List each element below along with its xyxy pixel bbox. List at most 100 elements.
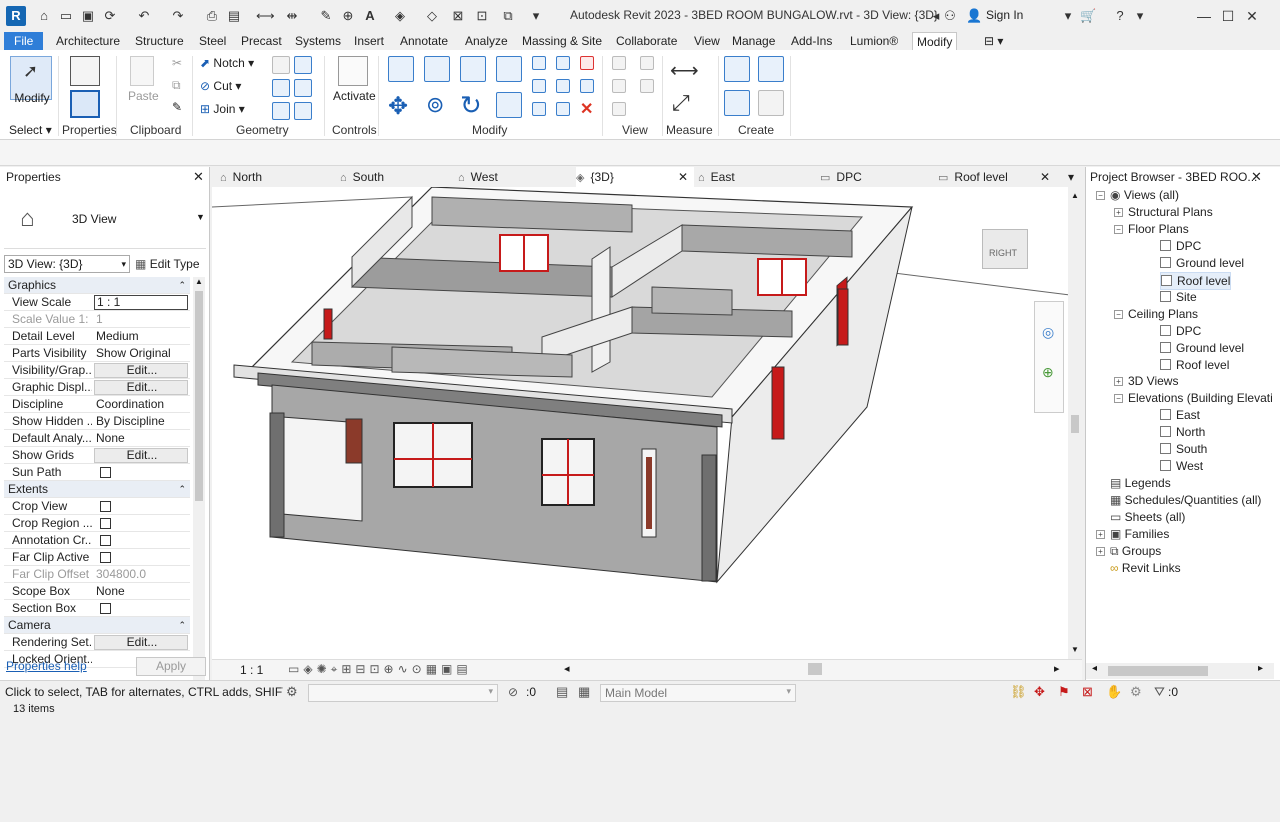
join-button[interactable]: ⊞ Join ▾ [200,102,245,116]
browser-node[interactable]: ▤ Legends [1110,475,1171,491]
navigation-bar[interactable]: ◎ ⊕ [1034,301,1064,413]
select-dropdown[interactable]: Select ▾ [9,123,52,137]
vscroll-thumb[interactable] [1071,415,1079,433]
pin-icon[interactable] [580,79,594,93]
browser-node[interactable]: ▣ Families [1110,526,1169,542]
paste-button[interactable]: Paste [128,89,159,103]
view-tab-south[interactable]: ⌂ South [340,167,458,187]
browser-node[interactable]: ▭ Sheets (all) [1110,509,1185,525]
property-edit-button[interactable]: Edit... [94,363,188,378]
instance-selector[interactable]: 3D View: {3D} ▾ [4,255,130,273]
browser-node[interactable]: Site [1160,289,1197,305]
property-value[interactable]: 1 : 1 [94,295,188,310]
type-properties-icon[interactable] [70,56,100,86]
ribbon-tab-modify[interactable]: Modify [912,32,958,50]
browser-scroll-right-icon[interactable]: ▸ [1258,663,1263,674]
ribbon-tab-collaborate[interactable]: Collaborate [612,32,681,50]
paste-icon[interactable] [130,56,154,86]
property-group-header[interactable]: Extents ⌃ [4,481,190,498]
properties-close-icon[interactable]: ✕ [193,169,204,185]
browser-node[interactable]: 3D Views [1128,373,1178,389]
browser-node[interactable]: ▦ Schedules/Quantities (all) [1110,492,1261,508]
cart-icon[interactable]: 🛒 [1080,8,1096,24]
undo-icon[interactable]: ↶ [136,8,152,24]
section-icon[interactable]: ◇ [424,8,440,24]
browser-node[interactable]: ∞ Revit Links [1110,560,1181,576]
help-icon[interactable]: ? [1112,8,1128,24]
open-icon[interactable]: ▭ [58,8,74,24]
select-links-icon[interactable]: ⛓ [1010,684,1027,700]
notch-button[interactable]: ⬈ Notch ▾ [200,56,254,70]
select-pinned-icon[interactable]: ⚑ [1058,684,1070,700]
hide-icon[interactable] [612,56,626,70]
3d-view-icon[interactable]: ◈ [392,8,408,24]
viewcube[interactable]: RIGHT [982,229,1028,269]
text-icon[interactable]: A [362,8,378,24]
trim-icon[interactable] [532,102,546,116]
collapse-icon[interactable]: − [1114,224,1123,234]
save-icon[interactable]: ▣ [80,8,96,24]
ribbon-tab-systems[interactable]: Systems [291,32,345,50]
pdf-icon[interactable]: ▤ [226,8,242,24]
view-control-icons[interactable]: ▭◈✺⌖⊞⊟⊡⊕∿⊙▦▣▤ [288,662,472,677]
view-tab-close-icon[interactable]: ✕ [1040,167,1050,187]
ribbon-tab-file[interactable]: File [4,32,44,50]
property-value[interactable]: Medium [94,328,188,344]
trim-extend-icon[interactable] [496,92,522,118]
create-similar-icon[interactable] [758,90,784,116]
property-value[interactable]: None [94,430,188,446]
ribbon-tab-add-ins[interactable]: Add-Ins [787,32,836,50]
activate-button[interactable]: Activate [333,89,376,103]
revit-logo[interactable]: R [6,6,26,26]
property-checkbox[interactable] [100,467,111,478]
property-value[interactable]: Coordination [94,396,188,412]
match-type-icon[interactable]: ✎ [172,100,182,114]
browser-node[interactable]: Floor Plans [1128,221,1189,237]
rotate-icon[interactable]: ↻ [460,90,482,121]
type-dropdown-icon[interactable]: ▼ [196,212,205,222]
view-tab-3d[interactable]: ◈ {3D} ✕ [576,167,694,187]
filter-view-icon[interactable] [640,79,654,93]
browser-node[interactable]: Roof level [1160,271,1232,290]
edit-type-button[interactable]: ▦ Edit Type [135,255,205,273]
cut-clip-icon[interactable]: ✂ [172,56,182,70]
measure-between-icon[interactable]: ⟷ [670,58,699,83]
browser-node[interactable]: Elevations (Building Elevati [1128,390,1273,406]
create-parts-icon[interactable] [758,56,784,82]
design-option-icon[interactable]: ▦ [578,684,590,700]
ribbon-tab-view[interactable]: View [690,32,724,50]
aligned-dim-icon[interactable]: ⤢ [672,90,690,116]
collapse-icon[interactable]: − [1096,191,1105,200]
home-icon[interactable]: ⌂ [36,8,52,24]
wall-joins-icon[interactable] [272,56,290,74]
view-tabs-dropdown-icon[interactable]: ▾ [1068,167,1074,187]
view-tab-west[interactable]: ⌂ West [458,167,576,187]
collapse-chevron-icon[interactable]: ⌃ [178,617,186,633]
workset-dropdown[interactable]: ▾ [308,684,498,702]
viewport-vertical-scrollbar[interactable]: ▲ ▼ [1068,187,1082,659]
property-value[interactable]: By Discipline [94,413,188,429]
spot-icon[interactable]: ⊕ [340,8,356,24]
align-icon[interactable] [388,56,414,82]
browser-node[interactable]: South [1160,441,1207,457]
drag-elements-icon[interactable]: ✋ [1106,684,1122,700]
property-value[interactable]: None [94,583,188,599]
view-tab-dpc[interactable]: ▭ DPC [820,167,938,187]
hscroll-thumb[interactable] [808,663,822,675]
design-options-icon[interactable]: ▤ [556,684,568,700]
property-checkbox[interactable] [100,501,111,512]
scroll-up-icon[interactable]: ▲ [195,277,203,286]
zoom-icon[interactable]: ⊕ [1042,364,1054,381]
property-checkbox[interactable] [100,535,111,546]
view-tab-roof-level[interactable]: ▭ Roof level ✕ [938,167,1056,187]
offset-icon[interactable] [424,56,450,82]
close-hidden-icon[interactable]: ⊠ [450,8,466,24]
browser-node[interactable]: East [1160,407,1200,423]
expand-icon[interactable]: + [1096,546,1105,556]
editable-only-icon[interactable]: ⊘ [508,685,518,699]
customize-qat-icon[interactable]: ▾ [528,8,544,24]
collapse-icon[interactable]: − [1114,309,1123,319]
property-checkbox[interactable] [100,552,111,563]
print-icon[interactable]: ⎙ [204,8,220,24]
activate-dimensions-icon[interactable] [338,56,368,86]
